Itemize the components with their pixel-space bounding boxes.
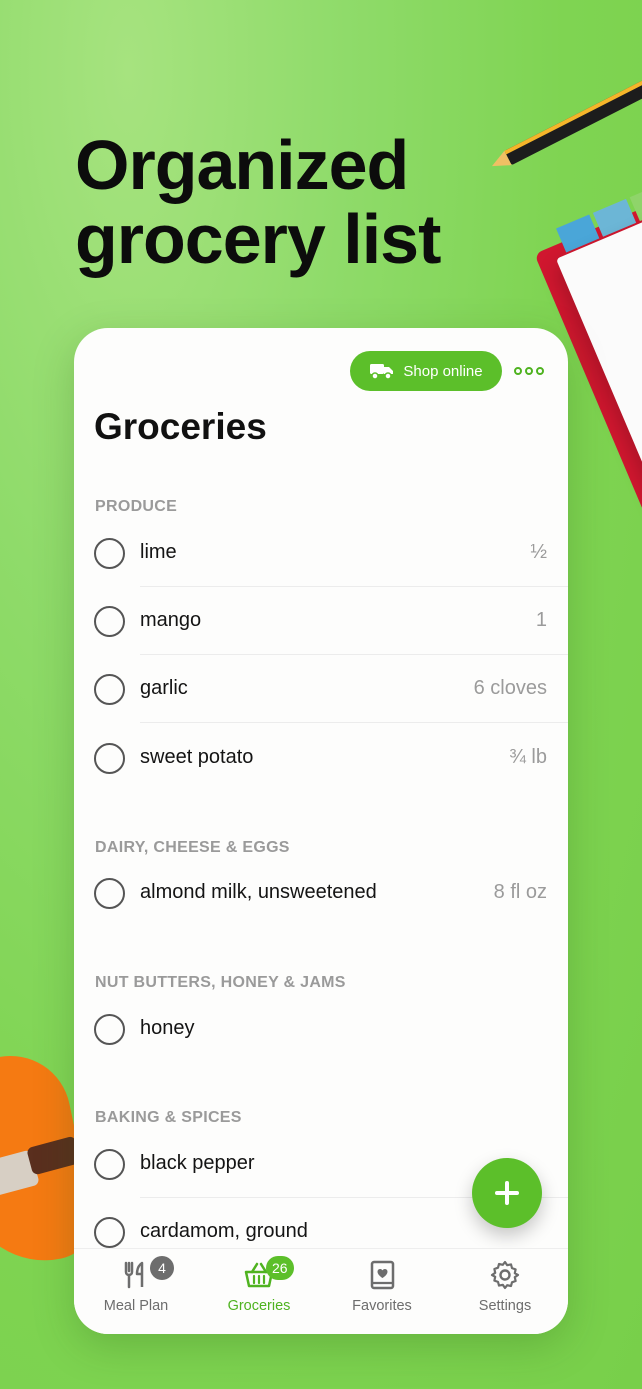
list-item[interactable]: sweet potato ¾ lb <box>74 724 568 792</box>
tab-bar: 4 Meal Plan 26 Groceries Favorites Setti… <box>74 1248 568 1334</box>
app-screen: Shop online Groceries PRODUCE lime ½ man… <box>74 328 568 1334</box>
groceries-badge: 26 <box>266 1256 294 1280</box>
list-item[interactable]: almond milk, unsweetened 8 fl oz <box>74 859 568 927</box>
checkbox-circle[interactable] <box>94 538 125 569</box>
tab-favorites[interactable]: Favorites <box>320 1249 444 1334</box>
checkbox-circle[interactable] <box>94 1149 125 1180</box>
tab-label: Groceries <box>227 1298 291 1314</box>
tab-groceries[interactable]: 26 Groceries <box>197 1249 321 1334</box>
list-item[interactable]: garlic 6 cloves <box>74 655 568 723</box>
meal-plan-badge: 4 <box>150 1256 174 1280</box>
checkbox-circle[interactable] <box>94 1217 125 1248</box>
item-name: lime <box>140 541 177 563</box>
checkbox-circle[interactable] <box>94 1014 125 1045</box>
shop-online-label: Shop online <box>403 362 483 380</box>
plus-icon <box>495 1181 519 1205</box>
more-options-icon[interactable] <box>514 362 548 380</box>
item-name: garlic <box>140 677 188 699</box>
checkbox-circle[interactable] <box>94 743 125 774</box>
item-quantity: ½ <box>530 541 547 563</box>
tab-label: Settings <box>478 1298 532 1314</box>
checkbox-circle[interactable] <box>94 878 125 909</box>
tab-label: Meal Plan <box>103 1298 169 1314</box>
headline: Organized grocery list <box>75 126 441 278</box>
item-quantity: 8 fl oz <box>493 881 547 903</box>
item-name: black pepper <box>140 1152 255 1174</box>
checkbox-circle[interactable] <box>94 606 125 637</box>
list-item[interactable]: lime ½ <box>74 519 568 587</box>
tab-meal-plan[interactable]: 4 Meal Plan <box>74 1249 198 1334</box>
shop-online-button[interactable]: Shop online <box>350 351 502 391</box>
item-name: sweet potato <box>140 746 254 768</box>
section-header-nut-butters: NUT BUTTERS, HONEY & JAMS <box>95 974 346 991</box>
item-quantity: 1 <box>535 609 547 631</box>
section-header-produce: PRODUCE <box>95 498 178 515</box>
item-name: honey <box>140 1017 195 1039</box>
fork-knife-icon <box>120 1259 152 1291</box>
item-quantity: ¾ lb <box>509 746 547 768</box>
section-header-dairy: DAIRY, CHEESE & EGGS <box>95 839 290 856</box>
item-name: almond milk, unsweetened <box>140 881 377 903</box>
add-item-button[interactable] <box>472 1158 542 1228</box>
tab-settings[interactable]: Settings <box>443 1249 567 1334</box>
list-item[interactable]: honey <box>74 995 568 1063</box>
headline-line-2: grocery list <box>75 200 441 278</box>
item-name: mango <box>140 609 202 631</box>
tab-label: Favorites <box>352 1298 412 1314</box>
grocery-list: PRODUCE lime ½ mango 1 garlic 6 cloves s… <box>74 478 568 1248</box>
item-quantity: 6 cloves <box>473 677 547 699</box>
gear-icon <box>489 1259 521 1291</box>
page-title: Groceries <box>94 406 267 447</box>
item-name: cardamom, ground <box>140 1220 308 1242</box>
checkbox-circle[interactable] <box>94 674 125 705</box>
section-header-baking: BAKING & SPICES <box>95 1109 242 1126</box>
truck-icon <box>369 362 395 380</box>
headline-line-1: Organized <box>75 126 409 204</box>
heart-book-icon <box>366 1259 398 1291</box>
list-item[interactable]: mango 1 <box>74 587 568 655</box>
